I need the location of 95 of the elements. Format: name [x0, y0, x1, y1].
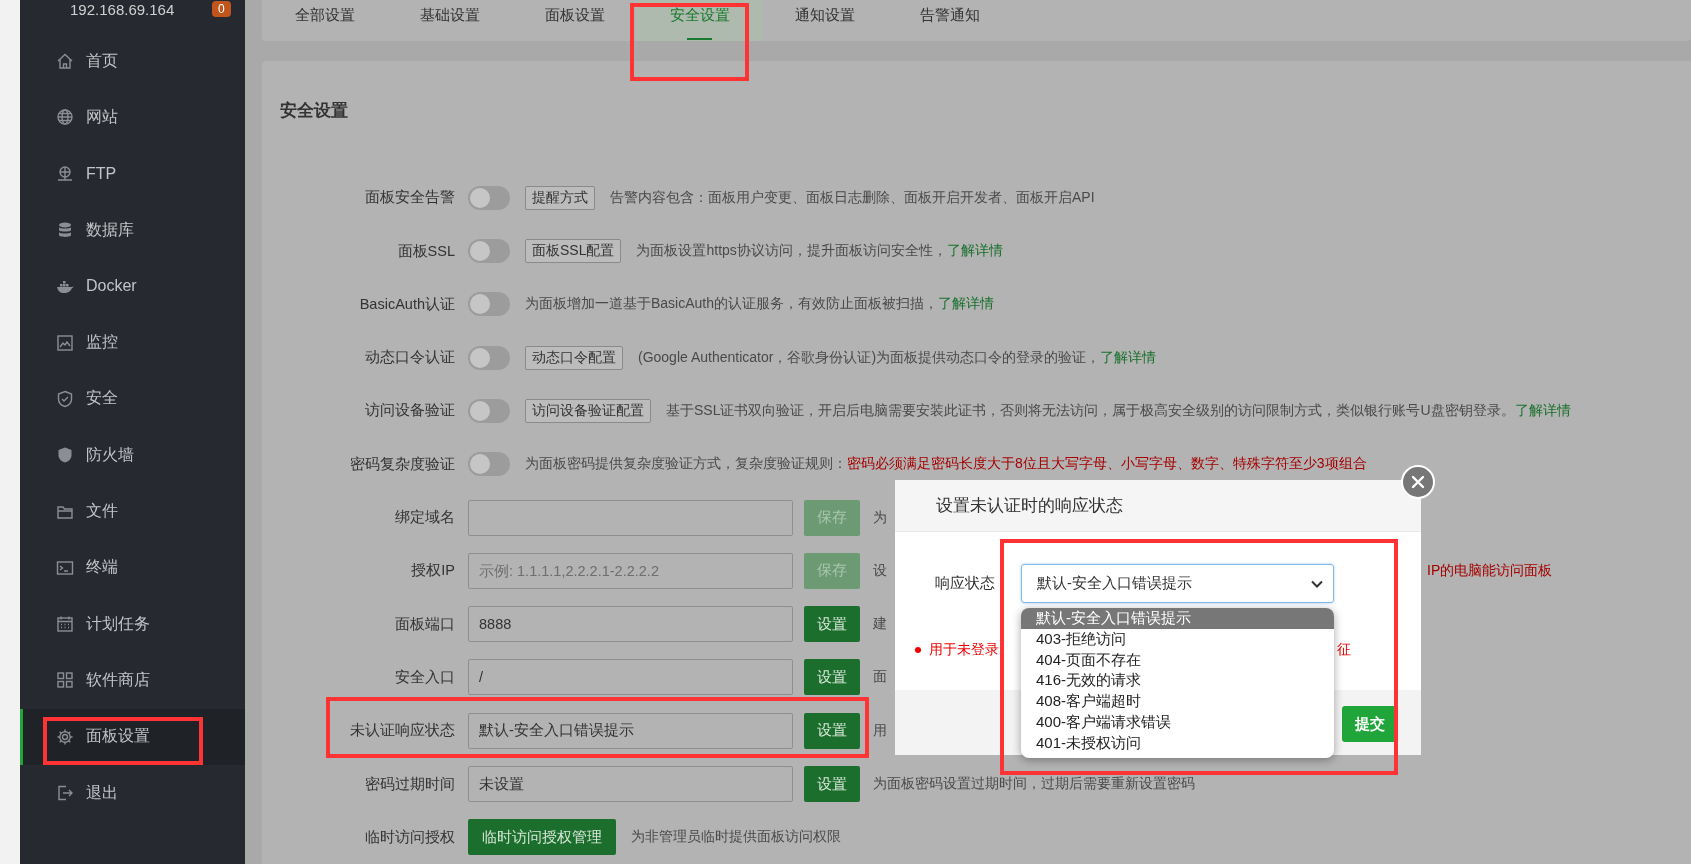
config-button[interactable]: 面板SSL配置 — [525, 239, 622, 264]
network-icon — [56, 164, 74, 183]
bullet-icon — [915, 647, 921, 653]
toggle-switch[interactable] — [468, 452, 510, 477]
dropdown-option[interactable]: 400-客户端请求错误 — [1021, 712, 1334, 733]
tab[interactable]: 告警通知 — [887, 0, 1012, 42]
setting-label: 安全入口 — [394, 667, 455, 687]
database-icon — [56, 221, 74, 240]
setting-label: 绑定域名 — [394, 508, 455, 528]
description: 告警内容包含：面板用户变更、面板日志删除、面板开启开发者、面板开启API — [610, 188, 1095, 207]
dropdown-option[interactable]: 416-无效的请求 — [1021, 670, 1334, 692]
sidebar-item[interactable]: 文件 — [20, 483, 245, 540]
manage-button[interactable]: 临时访问授权管理 — [468, 819, 616, 856]
dropdown-option[interactable]: 默认-安全入口错误提示 — [1021, 608, 1334, 629]
chart-icon — [56, 333, 74, 352]
description: 用 — [873, 721, 887, 740]
sidebar-item[interactable]: 面板设置 — [20, 708, 245, 765]
select-field[interactable]: 默认-安全入口错误提示 — [1021, 564, 1334, 603]
section-title: 安全设置 — [280, 100, 349, 123]
set-button[interactable]: 设置 — [804, 712, 860, 749]
config-button[interactable]: 访问设备验证配置 — [525, 398, 651, 423]
setting-label: BasicAuth认证 — [358, 294, 455, 314]
sidebar-item[interactable]: 监控 — [20, 314, 245, 371]
dialog-title: 设置未认证时的响应状态 — [895, 480, 1421, 532]
description: 面 — [873, 668, 887, 687]
toggle-switch[interactable] — [468, 292, 510, 317]
description: 设 — [873, 561, 887, 580]
sidebar-item[interactable]: Docker — [20, 258, 245, 315]
globe-icon — [56, 108, 74, 127]
shield-icon — [56, 389, 74, 408]
sidebar-item[interactable]: 防火墙 — [20, 427, 245, 484]
sidebar-item[interactable]: 网站 — [20, 89, 245, 146]
note-text: 用于未登录 — [929, 641, 999, 659]
config-button[interactable]: 动态口令配置 — [525, 345, 623, 370]
text-field[interactable]: 默认-安全入口错误提示 — [468, 712, 793, 749]
sidebar-item[interactable]: 计划任务 — [20, 595, 245, 653]
setting-label: 面板安全告警 — [364, 188, 455, 208]
dropdown-option[interactable]: 401-未授权访问 — [1021, 732, 1334, 754]
tab[interactable]: 全部设置 — [262, 0, 387, 42]
description: 为 — [873, 508, 887, 527]
setting-label: 授权IP — [410, 561, 455, 581]
setting-label: 动态口令认证 — [364, 348, 455, 368]
set-button[interactable]: 设置 — [804, 766, 860, 803]
sidebar-item[interactable]: 首页 — [20, 33, 245, 90]
setting-label: 面板端口 — [394, 614, 455, 634]
setting-label: 访问设备验证 — [364, 401, 455, 421]
text-field[interactable]: 8888 — [468, 606, 793, 643]
logout-icon — [56, 784, 74, 802]
set-button[interactable]: 设置 — [804, 606, 860, 643]
calendar-icon — [56, 615, 74, 634]
toggle-switch[interactable] — [468, 239, 510, 264]
sidebar-item[interactable]: 软件商店 — [20, 652, 245, 709]
setting-label: 面板SSL — [396, 241, 455, 261]
note-text: 征 — [1337, 641, 1351, 659]
count-badge: 0 — [212, 1, 231, 17]
description: 为面板设置https协议访问，提升面板访问安全性，了解详情 — [636, 242, 1003, 261]
set-button[interactable]: 设置 — [804, 659, 860, 696]
toggle-switch[interactable] — [468, 345, 510, 370]
close-icon — [1411, 475, 1425, 489]
field-label: 响应状态 — [935, 574, 995, 593]
setting-label: 密码过期时间 — [364, 774, 455, 794]
house-icon — [56, 52, 74, 71]
settings-icon — [56, 727, 74, 746]
terminal-icon — [56, 558, 74, 577]
sidebar-item[interactable]: 退出 — [20, 764, 245, 822]
chevron-down-icon — [1311, 579, 1323, 588]
tab[interactable]: 基础设置 — [387, 0, 512, 42]
sidebar-item[interactable]: 数据库 — [20, 201, 245, 259]
tab[interactable]: 面板设置 — [512, 0, 637, 42]
setting-label: 临时访问授权 — [364, 827, 455, 847]
grid-icon — [56, 671, 74, 690]
dropdown-option[interactable]: 408-客户端超时 — [1021, 691, 1334, 712]
description: 为非管理员临时提供面板访问权限 — [631, 828, 841, 847]
description: 为面板增加一道基于BasicAuth的认证服务，有效防止面板被扫描，了解详情 — [525, 295, 995, 314]
sidebar-item[interactable]: FTP — [20, 145, 245, 202]
description: 基于SSL证书双向验证，开启后电脑需要安装此证书，否则将无法访问，属于极高安全级别的访问限制方式，类似银行账号U盘密钥登录。了解详情 — [666, 401, 1571, 420]
toggle-switch[interactable] — [468, 185, 510, 210]
toggle-switch[interactable] — [468, 398, 510, 423]
dropdown-option[interactable]: 404-页面不存在 — [1021, 649, 1334, 671]
setting-label: 未认证响应状态 — [349, 721, 455, 741]
dropdown-option[interactable]: 403-拒绝访问 — [1021, 628, 1334, 650]
description: 为面板密码提供复杂度验证方式，复杂度验证规则：密码必须满足密码长度大于8位且大写字母、小写字母、数字、特殊字符至少3项组合 — [525, 455, 1367, 474]
text-field[interactable]: / — [468, 659, 793, 696]
description: (Google Authenticator，谷歌身份认证)为面板提供动态口令的登录的验证，了解详情 — [638, 348, 1157, 367]
sidebar-item[interactable]: 安全 — [20, 370, 245, 428]
shield-icon — [56, 446, 74, 465]
description: 为面板密码设置过期时间，过期后需要重新设置密码 — [873, 775, 1195, 794]
setting-label: 密码复杂度验证 — [349, 454, 455, 474]
description: IP的电脑能访问面板 — [1427, 561, 1553, 580]
sidebar-item[interactable]: 终端 — [20, 539, 245, 596]
description: 建 — [873, 615, 887, 634]
config-button[interactable]: 提醒方式 — [525, 185, 595, 210]
tab[interactable]: 通知设置 — [762, 0, 887, 42]
host-address: 192.168.69.164 — [70, 1, 175, 18]
text-field[interactable]: 未设置 — [468, 766, 793, 803]
